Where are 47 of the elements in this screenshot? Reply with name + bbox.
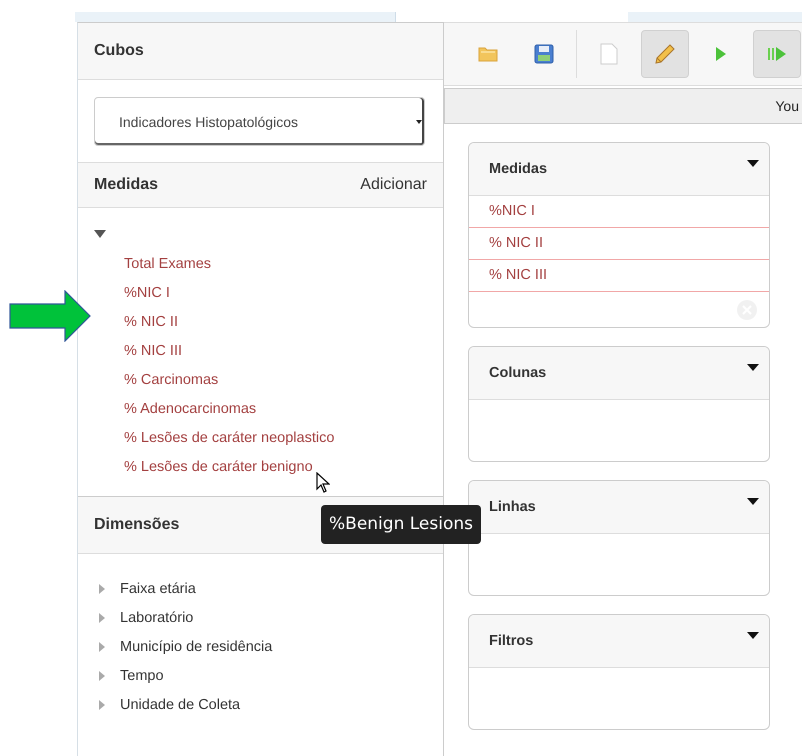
message-text: You	[775, 98, 799, 114]
dimension-item[interactable]: Unidade de Coleta	[120, 696, 240, 712]
dropdown-caret-icon[interactable]	[747, 364, 759, 371]
section-title: Medidas	[94, 176, 158, 194]
add-link[interactable]: Adicionar	[360, 176, 427, 194]
measure-item[interactable]: %NIC I	[124, 279, 170, 308]
panel-title: Medidas	[489, 161, 548, 177]
measure-item[interactable]: % Lesões de caráter benigno	[124, 453, 313, 482]
folder-icon	[478, 46, 498, 62]
panel-title: Colunas	[489, 365, 546, 381]
dropdown-caret-icon[interactable]	[747, 160, 759, 167]
section-title: Cubos	[94, 42, 144, 60]
selected-measure[interactable]: %NIC I	[469, 196, 769, 228]
expand-icon[interactable]	[98, 582, 106, 594]
selected-measure[interactable]: % NIC III	[469, 260, 769, 292]
dropdown-caret-icon[interactable]	[747, 632, 759, 639]
edit-button[interactable]	[641, 30, 689, 78]
collapse-icon[interactable]	[94, 230, 106, 238]
measure-item[interactable]: Total Exames	[124, 250, 212, 279]
mouse-pointer-icon	[316, 472, 330, 494]
expand-icon[interactable]	[98, 698, 106, 710]
measure-item[interactable]: % Adenocarcinomas	[124, 395, 256, 424]
dropdown-caret-icon[interactable]	[747, 498, 759, 505]
fast-forward-icon	[767, 46, 787, 62]
expand-icon[interactable]	[98, 670, 106, 682]
measure-item[interactable]: % NIC III	[124, 337, 182, 366]
section-title: Dimensões	[94, 516, 180, 534]
cube-dropdown[interactable]: Indicadores Histopatológicos	[94, 97, 425, 146]
dimension-item[interactable]: Laboratório	[120, 610, 194, 626]
panel-title: Linhas	[489, 499, 536, 515]
blank-page-icon	[600, 43, 618, 65]
expand-icon[interactable]	[98, 612, 106, 624]
measure-item[interactable]: % Carcinomas	[124, 366, 218, 395]
selected-measure[interactable]: % NIC II	[469, 228, 769, 260]
dimension-item[interactable]: Município de residência	[120, 638, 272, 654]
tooltip: %Benign Lesions	[321, 505, 481, 544]
caret-icon	[416, 120, 422, 124]
measure-item[interactable]: % Lesões de caráter neoplastico	[124, 424, 334, 453]
auto-run-button[interactable]	[753, 30, 801, 78]
measure-item[interactable]: % NIC II	[124, 308, 178, 337]
dimension-item[interactable]: Faixa etária	[120, 580, 196, 596]
dimension-item[interactable]: Tempo	[120, 668, 164, 684]
expand-icon[interactable]	[98, 640, 106, 652]
panel-title: Filtros	[489, 633, 534, 649]
arrow-icon	[9, 290, 91, 342]
pencil-icon	[654, 43, 676, 65]
play-icon	[715, 46, 727, 62]
